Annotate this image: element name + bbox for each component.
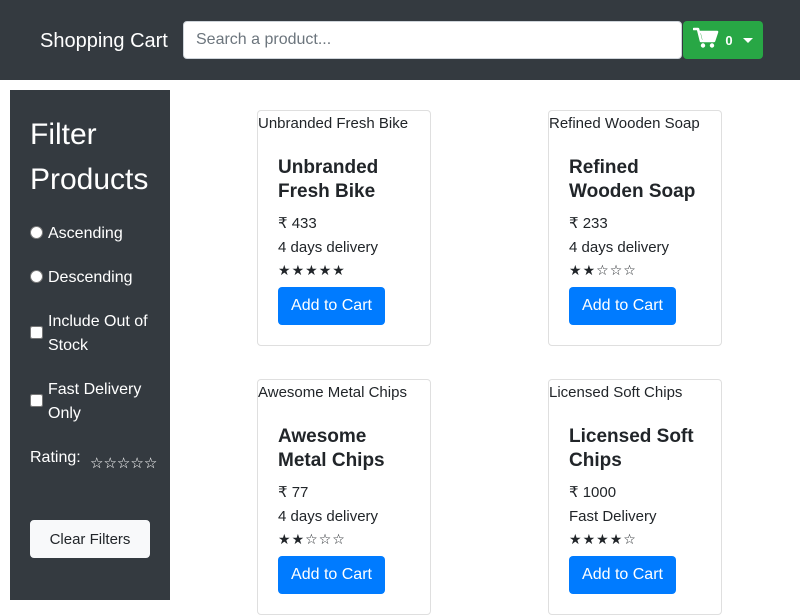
fast-delivery-checkbox[interactable] <box>30 394 43 407</box>
ascending-label: Ascending <box>48 225 123 242</box>
product-price: ₹ 77 <box>278 484 309 501</box>
star-empty-icon: ☆ <box>332 531 346 547</box>
product-card: Unbranded Fresh Bike Unbranded Fresh Bik… <box>257 110 431 346</box>
star-filled-icon: ★ <box>278 262 292 278</box>
rating-filter-stars[interactable]: ☆☆☆☆☆ <box>90 448 162 480</box>
product-price: ₹ 1000 <box>569 484 617 501</box>
product-title: Refined Wooden Soap <box>569 157 696 202</box>
star-filled-icon: ★ <box>569 262 583 278</box>
add-to-cart-button[interactable]: Add to Cart <box>569 287 676 325</box>
product-image: Awesome Metal Chips <box>258 384 407 401</box>
product-rating: ★★☆☆☆ <box>278 531 410 547</box>
star-empty-icon: ☆ <box>609 262 624 278</box>
fast-delivery-label: Fast Delivery Only <box>48 381 142 422</box>
filter-fast-delivery[interactable]: Fast Delivery Only <box>30 378 148 426</box>
star-filled-icon: ★ <box>305 262 319 278</box>
star-filled-icon: ★ <box>596 531 610 547</box>
star-icon[interactable]: ☆ <box>130 455 143 472</box>
caret-down-icon <box>742 37 753 43</box>
filter-title: Filter Products <box>30 118 149 196</box>
out-of-stock-checkbox[interactable] <box>30 326 43 339</box>
product-price: ₹ 233 <box>569 215 608 232</box>
product-rating: ★★☆☆☆ <box>569 262 701 278</box>
star-empty-icon: ☆ <box>596 262 610 278</box>
product-price: ₹ 433 <box>278 215 317 232</box>
product-delivery: 4 days delivery <box>278 508 379 525</box>
add-to-cart-button[interactable]: Add to Cart <box>278 556 385 594</box>
star-filled-icon: ★ <box>609 531 624 547</box>
clear-filters-button[interactable]: Clear Filters <box>30 520 150 558</box>
descending-label: Descending <box>48 269 133 286</box>
star-empty-icon: ☆ <box>623 262 637 278</box>
star-filled-icon: ★ <box>318 262 333 278</box>
star-filled-icon: ★ <box>582 531 597 547</box>
product-delivery: 4 days delivery <box>278 239 379 256</box>
star-filled-icon: ★ <box>291 262 306 278</box>
product-image: Licensed Soft Chips <box>549 384 683 401</box>
product-delivery: 4 days delivery <box>569 239 670 256</box>
filter-ascending[interactable]: Ascending <box>30 222 123 246</box>
product-card: Refined Wooden Soap Refined Wooden Soap … <box>548 110 722 346</box>
cart-count: 0 <box>725 32 733 48</box>
product-image: Refined Wooden Soap <box>549 115 700 132</box>
filter-descending[interactable]: Descending <box>30 266 133 290</box>
star-filled-icon: ★ <box>332 262 346 278</box>
shopping-cart-icon <box>693 27 719 54</box>
star-empty-icon: ☆ <box>318 531 333 547</box>
star-icon[interactable]: ☆ <box>103 455 116 472</box>
star-empty-icon: ☆ <box>305 531 319 547</box>
add-to-cart-button[interactable]: Add to Cart <box>278 287 385 325</box>
product-title: Awesome Metal Chips <box>278 426 385 471</box>
product-rating: ★★★★☆ <box>569 531 701 547</box>
product-rating: ★★★★★ <box>278 262 410 278</box>
product-title: Unbranded Fresh Bike <box>278 157 379 202</box>
ascending-radio[interactable] <box>30 226 43 239</box>
add-to-cart-button[interactable]: Add to Cart <box>569 556 676 594</box>
star-filled-icon: ★ <box>291 531 306 547</box>
star-icon[interactable]: ☆ <box>117 455 130 472</box>
cart-dropdown-button[interactable]: 0 <box>683 21 763 59</box>
filter-sidebar: Filter Products Ascending Descending Inc… <box>10 90 170 600</box>
star-filled-icon: ★ <box>569 531 583 547</box>
search-input[interactable] <box>183 21 682 59</box>
product-card: Awesome Metal Chips Awesome Metal Chips … <box>257 379 431 615</box>
descending-radio[interactable] <box>30 270 43 283</box>
rating-label: Rating: <box>30 449 81 466</box>
product-card: Licensed Soft Chips Licensed Soft Chips … <box>548 379 722 615</box>
product-image: Unbranded Fresh Bike <box>258 115 409 132</box>
filter-out-of-stock[interactable]: Include Out of Stock <box>30 310 148 358</box>
product-title: Licensed Soft Chips <box>569 426 694 471</box>
star-filled-icon: ★ <box>582 262 597 278</box>
brand-title[interactable]: Shopping Cart <box>40 28 168 54</box>
star-icon[interactable]: ☆ <box>90 455 103 472</box>
star-icon[interactable]: ☆ <box>144 455 157 472</box>
navbar: Shopping Cart 0 <box>0 0 800 80</box>
product-delivery: Fast Delivery <box>569 508 657 525</box>
star-filled-icon: ★ <box>278 531 292 547</box>
star-empty-icon: ☆ <box>623 531 637 547</box>
out-of-stock-label: Include Out of Stock <box>48 313 148 354</box>
